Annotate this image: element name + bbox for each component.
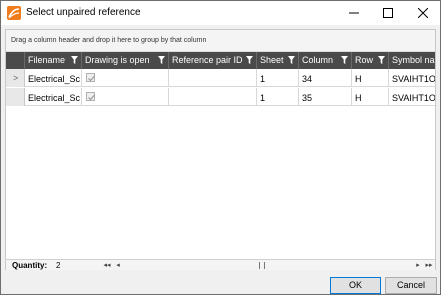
- filter-icon[interactable]: [246, 56, 253, 64]
- close-button[interactable]: [406, 1, 440, 25]
- column-header-drawing-open[interactable]: Drawing is open: [82, 52, 169, 69]
- cell-text: Electrical_Sc: [28, 93, 81, 103]
- maximize-icon: [383, 8, 393, 18]
- cell-column[interactable]: 35: [299, 88, 352, 106]
- column-header-label: Sheet: [260, 55, 284, 65]
- cell-drawing-open: [82, 69, 169, 87]
- cell-text: SVAIHT1O: [392, 93, 435, 103]
- cell-symbol-name[interactable]: SVAIHT1O: [389, 88, 435, 106]
- column-header-row[interactable]: Row: [352, 52, 389, 69]
- cell-text: Electrical_Sc: [28, 74, 81, 84]
- column-header-label: Drawing is open: [85, 55, 150, 65]
- maximize-button[interactable]: [371, 1, 405, 25]
- cell-text: H: [355, 93, 362, 103]
- cell-row[interactable]: H: [352, 69, 389, 87]
- grid-container: Drag a column header and drop it here to…: [5, 29, 436, 270]
- title-bar[interactable]: Select unpaired reference: [1, 1, 440, 25]
- quantity-value: 2: [56, 261, 61, 270]
- filter-icon[interactable]: [158, 56, 165, 64]
- cancel-button[interactable]: Cancel: [385, 277, 437, 294]
- column-header-row: Filename Drawing is open Reference pair …: [6, 52, 435, 69]
- cell-column[interactable]: 34: [299, 69, 352, 87]
- cell-symbol-name[interactable]: SVAIHT1O: [389, 69, 435, 87]
- cell-text: 1: [260, 74, 266, 84]
- cell-text: 34: [302, 74, 313, 84]
- dialog-window: Select unpaired reference Drag a column …: [0, 0, 441, 295]
- group-panel-hint: Drag a column header and drop it here to…: [11, 37, 207, 44]
- filter-icon[interactable]: [341, 56, 348, 64]
- group-by-panel[interactable]: Drag a column header and drop it here to…: [6, 30, 435, 52]
- table-row[interactable]: Electrical_Sc 1 35 H SVAIHT1O: [6, 88, 435, 106]
- scroll-thumb[interactable]: [259, 262, 265, 269]
- column-header-pair-id[interactable]: Reference pair ID: [169, 52, 257, 69]
- scroll-first-icon[interactable]: ◂◂: [102, 260, 112, 271]
- row-indicator[interactable]: [6, 88, 25, 106]
- checkmark-icon: [88, 94, 95, 101]
- quantity-label: Quantity:: [12, 261, 48, 270]
- cell-text: 1: [260, 93, 266, 103]
- filter-icon[interactable]: [71, 56, 78, 64]
- table-row[interactable]: > Electrical_Sc 1 34 H SVAIHT1O: [6, 69, 435, 87]
- cell-text: 35: [302, 93, 313, 103]
- filter-icon[interactable]: [378, 56, 385, 64]
- header-indicator-cell: [6, 52, 25, 69]
- scroll-last-icon[interactable]: ▸▸: [424, 260, 434, 271]
- filter-icon[interactable]: [288, 56, 295, 64]
- checkmark-icon: [88, 75, 95, 82]
- cell-pair-id[interactable]: [169, 88, 257, 106]
- scroll-left-icon[interactable]: ◂: [114, 260, 122, 271]
- window-title: Select unpaired reference: [26, 7, 141, 18]
- minimize-button[interactable]: [337, 1, 371, 25]
- horizontal-scrollbar[interactable]: ◂◂ ◂ ▸ ▸▸: [102, 260, 435, 271]
- column-header-label: Column: [302, 55, 334, 65]
- app-logo-icon: [7, 6, 21, 20]
- close-icon: [418, 8, 428, 18]
- cell-drawing-open: [82, 88, 169, 106]
- cell-sheet[interactable]: 1: [257, 69, 299, 87]
- column-header-label: Filename: [28, 55, 66, 65]
- row-indicator[interactable]: >: [6, 69, 25, 87]
- cell-filename[interactable]: Electrical_Sc: [25, 88, 82, 106]
- cell-row[interactable]: H: [352, 88, 389, 106]
- column-header-symbol-name[interactable]: Symbol nam: [389, 52, 435, 69]
- cell-sheet[interactable]: 1: [257, 88, 299, 106]
- column-header-filename[interactable]: Filename: [25, 52, 82, 69]
- drawing-open-checkbox: [86, 73, 95, 82]
- grid-footer: Quantity: 2 ◂◂ ◂ ▸ ▸▸: [6, 259, 435, 270]
- ok-button[interactable]: OK: [330, 277, 381, 294]
- cell-text: SVAIHT1O: [392, 74, 435, 84]
- scroll-right-icon[interactable]: ▸: [414, 260, 422, 271]
- column-header-sheet[interactable]: Sheet: [257, 52, 299, 69]
- column-header-column[interactable]: Column: [299, 52, 352, 69]
- cell-pair-id[interactable]: [169, 69, 257, 87]
- column-header-label: Reference pair ID: [172, 55, 243, 65]
- cell-filename[interactable]: Electrical_Sc: [25, 69, 82, 87]
- minimize-icon: [349, 12, 359, 14]
- column-header-label: Symbol nam: [392, 55, 435, 65]
- current-row-indicator-icon: >: [13, 73, 19, 83]
- drawing-open-checkbox: [86, 92, 95, 101]
- column-header-label: Row: [355, 55, 374, 65]
- cell-text: H: [355, 74, 362, 84]
